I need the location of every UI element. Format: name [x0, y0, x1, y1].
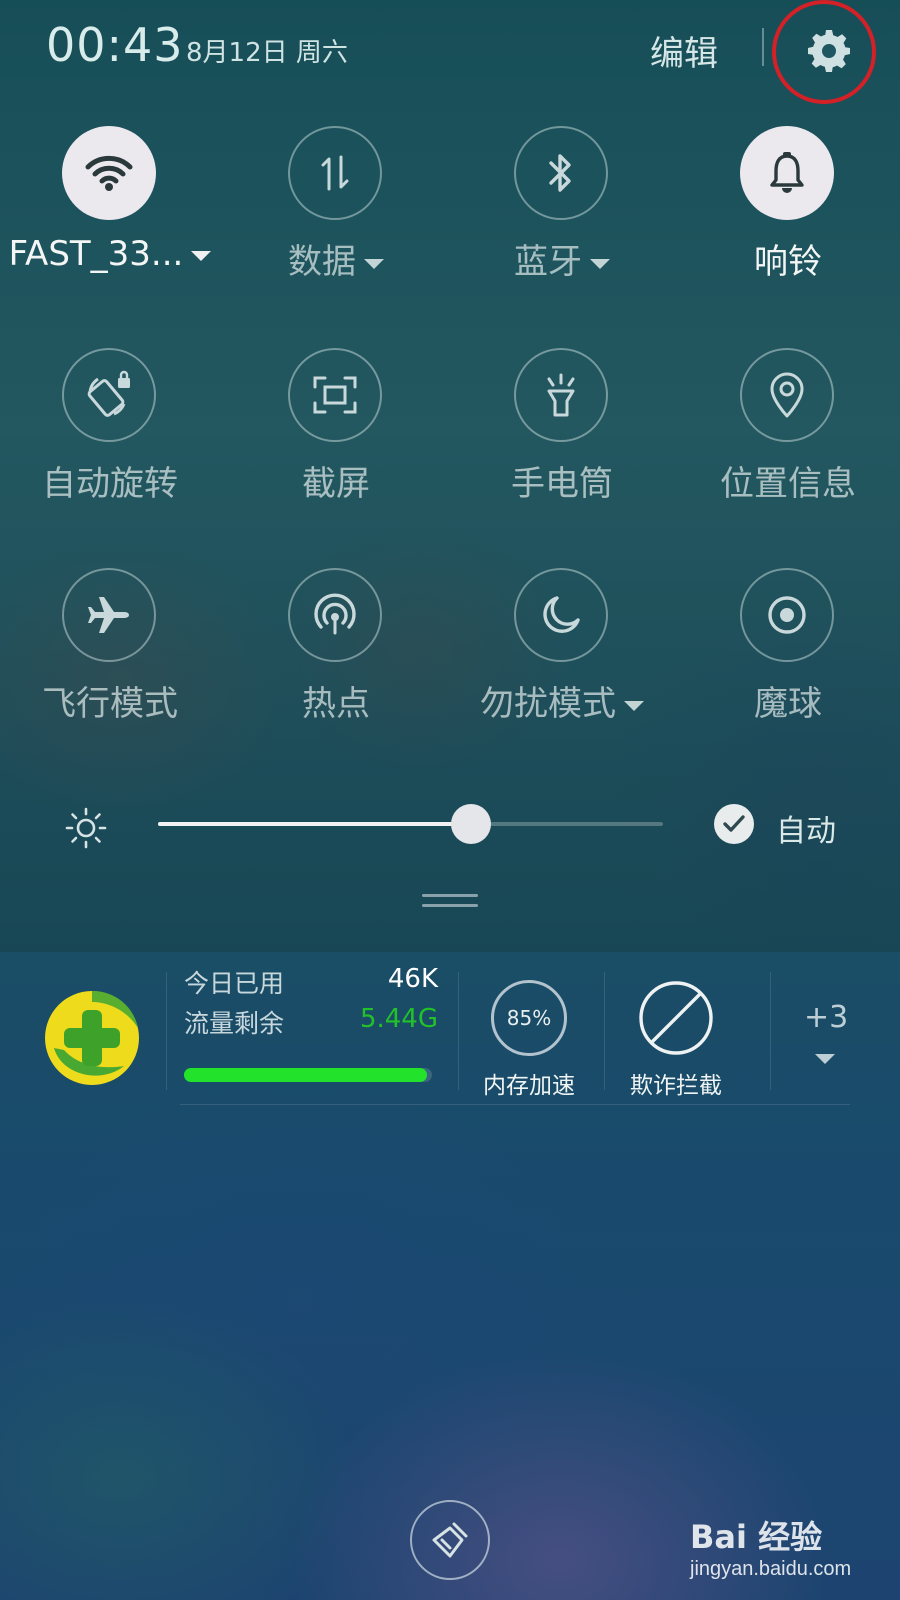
data-remaining-bar — [184, 1068, 432, 1082]
moon-icon — [543, 596, 580, 633]
baidu-jingyan-watermark: Bai 经验 jingyan.baidu.com — [690, 1512, 890, 1592]
remaining-value: 5.44G — [359, 1004, 438, 1034]
screenshot-toggle[interactable] — [288, 348, 382, 442]
used-today-value: 46K — [387, 964, 438, 994]
location-toggle[interactable] — [740, 348, 834, 442]
location-icon — [770, 372, 804, 418]
magic-ball-icon — [768, 596, 806, 634]
clear-notifications-button[interactable] — [410, 1500, 490, 1580]
block-icon — [639, 981, 713, 1055]
tile-label: 勿扰模式 — [452, 676, 672, 725]
date: 8月12日 周六 — [186, 38, 348, 68]
do-not-disturb-toggle[interactable] — [514, 568, 608, 662]
dropdown-caret-icon[interactable] — [624, 700, 644, 711]
tile-label: 数据 — [226, 234, 446, 283]
memory-boost-label: 内存加速 — [483, 1073, 575, 1099]
bluetooth-toggle[interactable] — [514, 126, 608, 220]
bluetooth-icon — [549, 154, 571, 192]
tile-magic-ball[interactable]: 魔球 — [678, 568, 898, 748]
dropdown-caret-icon[interactable] — [364, 258, 384, 269]
mobile-data-icon — [321, 155, 349, 191]
broom-icon — [432, 1522, 468, 1558]
mobile-data-toggle[interactable] — [288, 126, 382, 220]
brightness-slider-thumb[interactable] — [451, 804, 492, 844]
auto-rotate-icon — [87, 370, 130, 417]
tile-ring[interactable]: 响铃 — [678, 126, 898, 306]
tile-do-not-disturb[interactable]: 勿扰模式 — [452, 568, 672, 748]
tile-hotspot[interactable]: 热点 — [226, 568, 446, 748]
tile-screenshot[interactable]: 截屏 — [226, 348, 446, 528]
hotspot-icon — [314, 593, 356, 635]
expand-caret-icon[interactable] — [815, 1054, 835, 1064]
highlight-circle — [772, 0, 876, 104]
panel-drag-handle[interactable] — [422, 894, 478, 908]
screenshot-icon — [313, 376, 357, 414]
ring-toggle[interactable] — [740, 126, 834, 220]
tile-label: FAST_33... — [0, 234, 220, 274]
notification-bottom-line — [180, 1104, 850, 1105]
wifi-toggle[interactable] — [62, 126, 156, 220]
auto-rotate-toggle[interactable] — [62, 348, 156, 442]
flashlight-icon — [547, 373, 575, 417]
brightness-slider[interactable] — [158, 804, 663, 844]
auto-brightness-label: 自动 — [776, 814, 836, 849]
brightness-icon — [64, 806, 108, 850]
tile-label: 手电筒 — [511, 464, 613, 504]
fraud-block-label: 欺诈拦截 — [630, 1073, 722, 1099]
notification-divider — [604, 972, 605, 1090]
notification-divider — [770, 972, 771, 1090]
wifi-icon — [85, 155, 133, 191]
sun-icon — [65, 807, 107, 849]
tile-airplane[interactable]: 飞行模式 — [0, 568, 220, 748]
watermark-main: Bai 经验 — [690, 1518, 823, 1556]
tile-location[interactable]: 位置信息 — [678, 348, 898, 528]
airplane-toggle[interactable] — [62, 568, 156, 662]
360-security-logo — [42, 988, 142, 1088]
tile-mobile-data[interactable]: 数据 — [226, 126, 446, 306]
auto-brightness-checkbox[interactable] — [714, 804, 754, 844]
tile-label: 热点 — [302, 684, 370, 724]
magic-ball-toggle[interactable] — [740, 568, 834, 662]
more-count[interactable]: +3 — [804, 1000, 848, 1035]
flashlight-toggle[interactable] — [514, 348, 608, 442]
tile-label: 飞行模式 — [42, 684, 178, 724]
tile-label: 蓝牙 — [452, 234, 672, 283]
brightness-slider-fill — [158, 822, 472, 826]
tile-label: 位置信息 — [720, 464, 856, 504]
airplane-icon — [88, 597, 129, 633]
data-remaining-bar-fill — [184, 1068, 428, 1082]
fraud-block-button[interactable] — [636, 978, 716, 1058]
tile-bluetooth[interactable]: 蓝牙 — [452, 126, 672, 306]
bell-icon — [770, 152, 804, 193]
tile-label: 截屏 — [302, 464, 370, 504]
memory-boost-button[interactable]: 85% — [491, 980, 567, 1056]
remaining-label: 流量剩余 — [184, 1009, 285, 1038]
tile-flashlight[interactable]: 手电筒 — [452, 348, 672, 528]
tile-label: 响铃 — [754, 242, 822, 282]
notification-360[interactable]: 今日已用 46K 流量剩余 5.44G 85% 内存加速 欺诈拦截 +3 — [0, 952, 900, 1107]
tile-auto-rotate[interactable]: 自动旋转 — [0, 348, 220, 528]
used-today-label: 今日已用 — [184, 969, 285, 998]
checkmark-icon — [723, 815, 745, 832]
hotspot-toggle[interactable] — [288, 568, 382, 662]
edit-button[interactable]: 编辑 — [650, 26, 718, 75]
quick-settings-panel: 00:43 8月12日 周六 编辑 FAST_33... 数据 蓝牙 响铃 自动… — [0, 0, 900, 952]
tile-label: 魔球 — [754, 684, 822, 724]
tile-label: 自动旋转 — [42, 464, 178, 504]
dropdown-caret-icon[interactable] — [590, 258, 610, 269]
clock: 00:43 — [46, 18, 184, 72]
tile-wifi[interactable]: FAST_33... — [0, 126, 220, 306]
watermark-sub: jingyan.baidu.com — [690, 1558, 852, 1580]
notification-divider — [166, 972, 167, 1090]
dropdown-caret-icon[interactable] — [191, 250, 212, 261]
header-divider — [762, 28, 764, 66]
